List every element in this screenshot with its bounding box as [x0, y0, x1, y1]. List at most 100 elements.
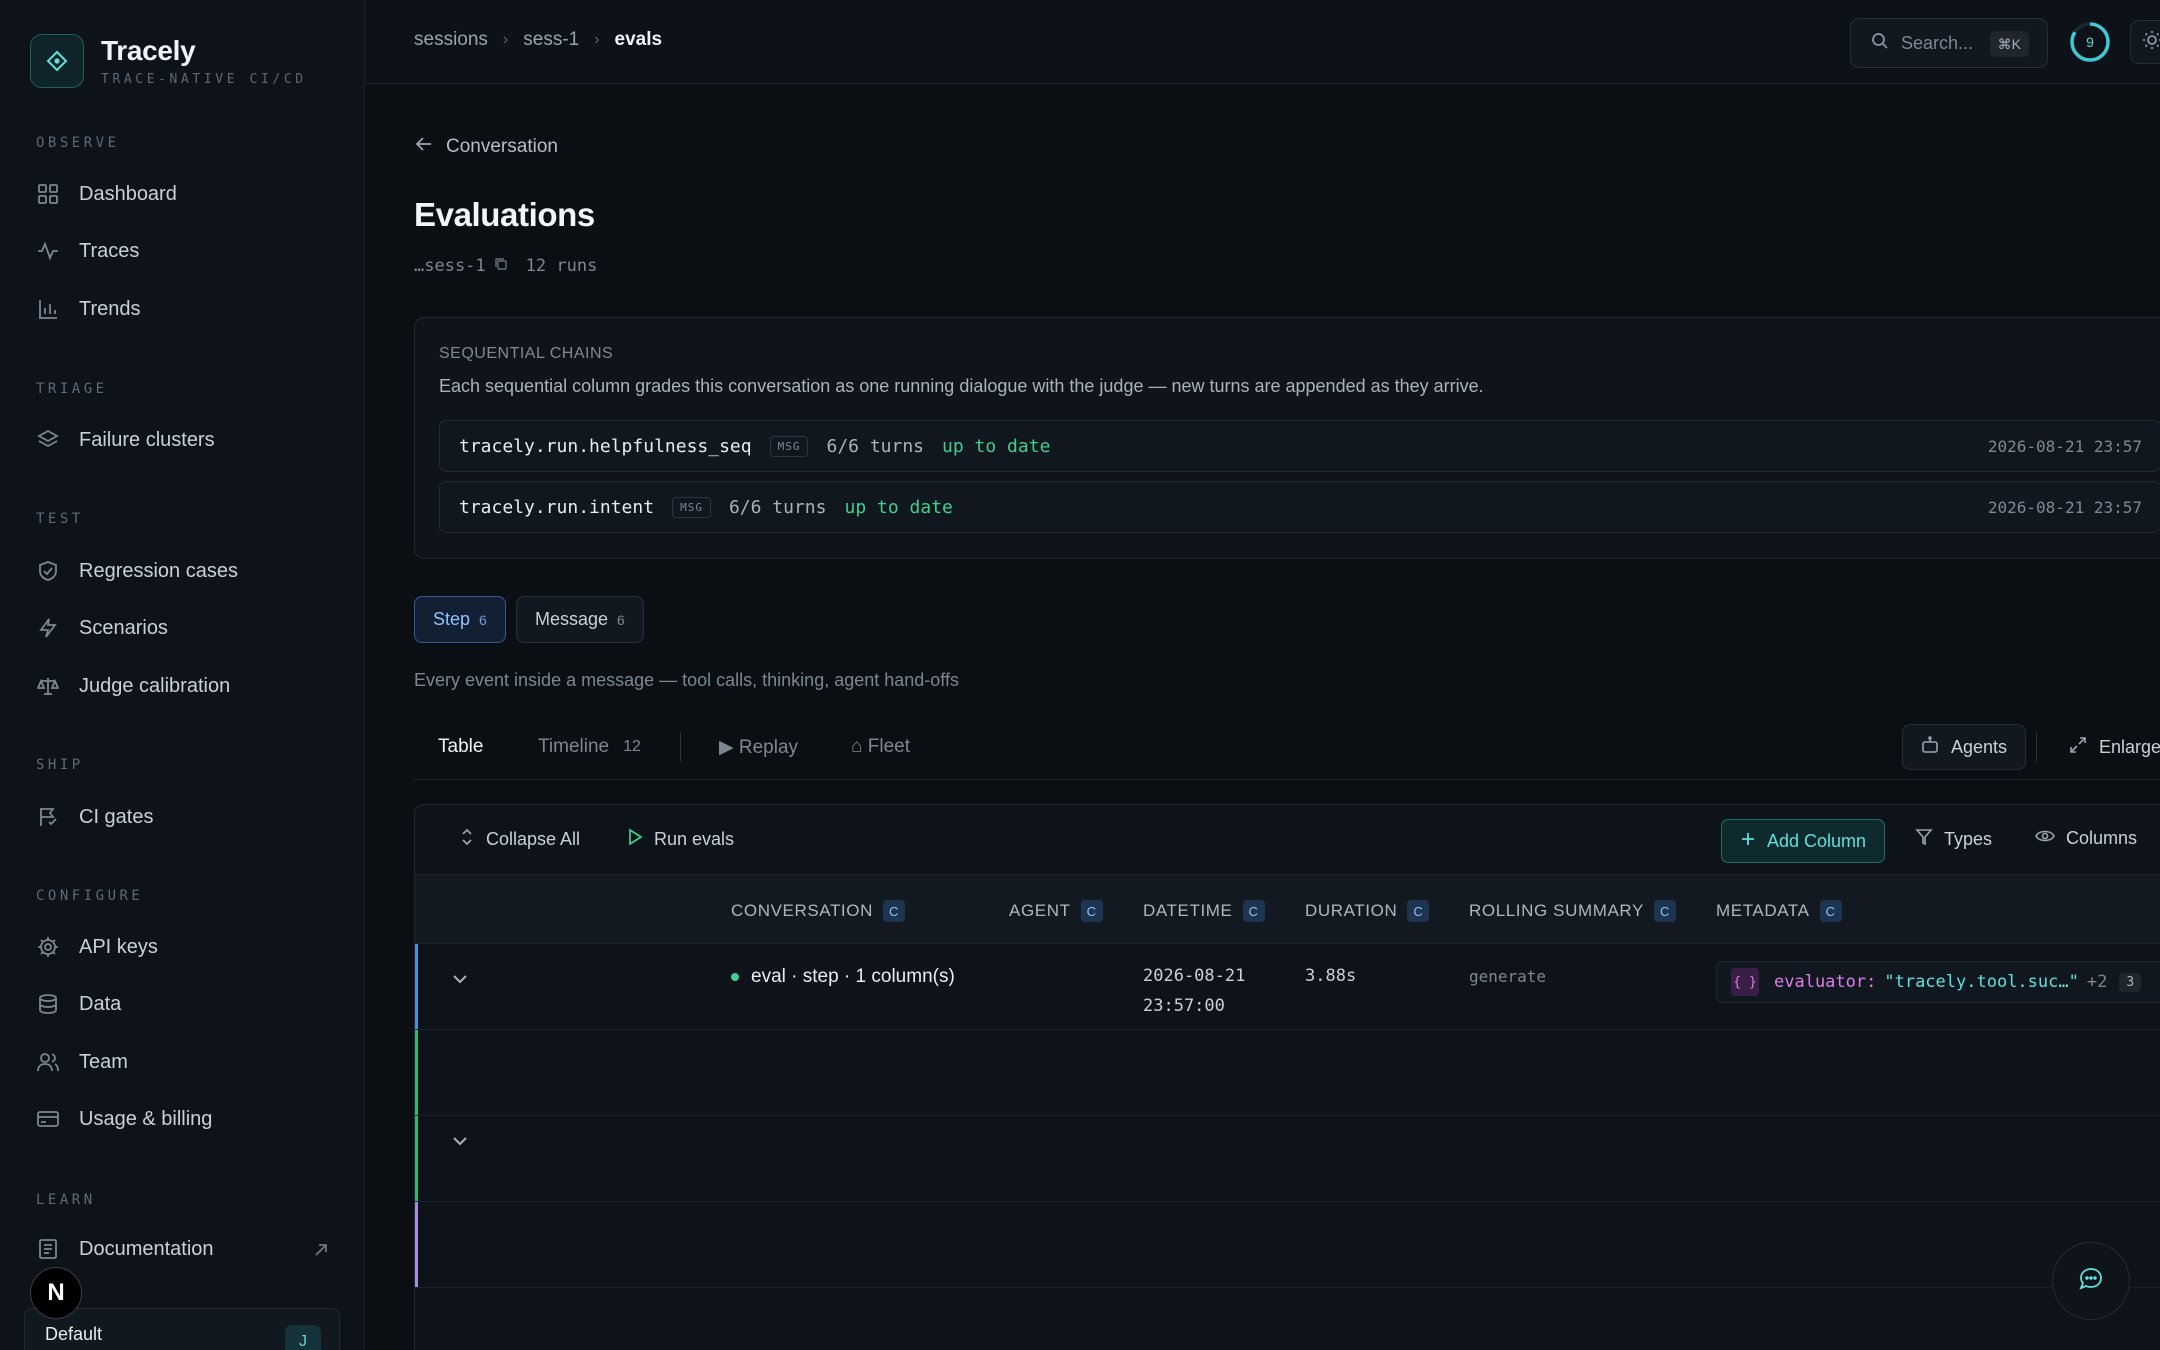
plus-icon [1740, 831, 1756, 852]
bolt-icon [36, 616, 60, 640]
chain-name: tracely.run.intent [459, 496, 655, 518]
chevron-right-icon: › [594, 31, 600, 48]
chat-button[interactable] [2052, 1242, 2130, 1320]
column-type-badge: C [1407, 900, 1430, 922]
theme-toggle-button[interactable] [2130, 20, 2160, 64]
segment-step[interactable]: Step 6 [414, 596, 506, 643]
breadcrumb-session[interactable]: sess-1 [523, 29, 579, 51]
segment-label: Message [535, 609, 609, 629]
sidebar-item-scenarios[interactable]: Scenarios [36, 608, 168, 648]
column-header-conversation[interactable]: CONVERSATION C [731, 900, 905, 922]
search-shortcut: ⌘K [1989, 31, 2029, 57]
breadcrumb: sessions › sess-1 › evals [414, 29, 662, 51]
sidebar-item-traces[interactable]: Traces [36, 231, 139, 271]
back-link[interactable]: Conversation [414, 134, 558, 160]
external-link-icon [312, 1241, 330, 1265]
table-row[interactable] [415, 1202, 2160, 1288]
chain-row[interactable]: tracely.run.helpfulness_seq MSG 6/6 turn… [439, 420, 2160, 472]
enlarge-button[interactable]: Enlarge [2069, 736, 2160, 759]
brand-name: Tracely [101, 35, 196, 66]
date-text: 2026-08-21 [1143, 966, 1246, 986]
column-header-duration[interactable]: DURATION C [1305, 900, 1430, 922]
workspace-switcher[interactable]: Default J [24, 1308, 340, 1350]
column-type-badge: C [1653, 900, 1676, 922]
table-row[interactable] [415, 1030, 2160, 1116]
sidebar-item-regression-cases[interactable]: Regression cases [36, 551, 238, 591]
metadata-cell[interactable]: { } evaluator: "tracely.tool.suc…" +2 3 [1716, 961, 2160, 1003]
sidebar-item-label: Regression cases [79, 559, 238, 582]
play-icon [627, 828, 643, 851]
column-header-agent[interactable]: AGENT C [1009, 900, 1103, 922]
types-filter-button[interactable]: Types [1915, 828, 1992, 851]
sidebar-item-dashboard[interactable]: Dashboard [36, 174, 177, 214]
sidebar-item-failure-clusters[interactable]: Failure clusters [36, 420, 215, 460]
sidebar-item-judge-calibration[interactable]: Judge calibration [36, 666, 230, 706]
users-icon [36, 1050, 60, 1074]
column-label: DATETIME [1143, 901, 1233, 920]
sidebar-item-usage-billing[interactable]: Usage & billing [36, 1099, 212, 1139]
add-column-button[interactable]: Add Column [1721, 819, 1886, 863]
tab-replay[interactable]: ▶ Replay [719, 736, 798, 759]
table-toolbar: Collapse All Run evals Add Column Types … [415, 805, 2160, 875]
copy-icon[interactable] [494, 256, 508, 276]
brand[interactable]: Tracely TRACE-NATIVE CI/CD [30, 34, 307, 88]
activity-icon [36, 239, 60, 263]
sidebar-item-trends[interactable]: Trends [36, 289, 141, 329]
collapse-all-label: Collapse All [486, 829, 581, 849]
column-header-metadata[interactable]: METADATA C [1716, 900, 1842, 922]
section-ship: SHIP [36, 757, 84, 773]
chain-row[interactable]: tracely.run.intent MSG 6/6 turns up to d… [439, 481, 2160, 533]
columns-label: Columns [2066, 828, 2138, 848]
breadcrumb-sessions[interactable]: sessions [414, 29, 488, 51]
sidebar-item-ci-gates[interactable]: CI gates [36, 797, 153, 837]
chevron-down-icon[interactable] [451, 970, 469, 993]
msg-tag: MSG [769, 435, 809, 457]
table-row[interactable]: eval · step · 1 column(s) 2026-08-21 23:… [415, 944, 2160, 1030]
run-evals-button[interactable]: Run evals [627, 828, 734, 851]
columns-button[interactable]: Columns [2035, 828, 2137, 849]
sidebar-item-api-keys[interactable]: API keys [36, 927, 158, 967]
runs-count: 12 runs [525, 256, 598, 276]
progress-ring[interactable]: 9 [2068, 20, 2112, 64]
add-column-label: Add Column [1767, 830, 1867, 851]
column-type-badge: C [1080, 900, 1103, 922]
column-label: DURATION [1305, 901, 1398, 920]
sidebar-item-label: Usage & billing [79, 1107, 213, 1130]
chevron-down-icon[interactable] [451, 1132, 469, 1155]
column-label: ROLLING SUMMARY [1469, 901, 1644, 920]
sidebar-item-data[interactable]: Data [36, 984, 121, 1024]
sun-icon [2142, 30, 2160, 55]
logo-icon [30, 34, 84, 88]
avatar: J [285, 1325, 321, 1350]
session-id: …sess-1 [414, 256, 486, 276]
sidebar-item-team[interactable]: Team [36, 1042, 128, 1082]
page-title: Evaluations [414, 196, 595, 233]
table-row[interactable] [415, 1116, 2160, 1202]
book-icon [36, 1237, 60, 1261]
evals-table: Collapse All Run evals Add Column Types … [414, 804, 2160, 1350]
search-input[interactable]: Search... ⌘K [1850, 18, 2048, 68]
sidebar-item-documentation[interactable]: Documentation [36, 1229, 214, 1269]
collapse-all-button[interactable]: Collapse All [459, 828, 580, 851]
column-type-badge: C [1819, 900, 1842, 922]
table-header: CONVERSATION C AGENT C DATETIME C DURATI… [415, 875, 2160, 944]
segment-message[interactable]: Message 6 [516, 596, 644, 643]
robot-icon [1921, 735, 1939, 759]
sidebar: Tracely TRACE-NATIVE CI/CD OBSERVE Dashb… [0, 0, 365, 1350]
sidebar-item-label: Dashboard [79, 182, 177, 205]
column-header-rolling-summary[interactable]: ROLLING SUMMARY C [1469, 900, 1676, 922]
layers-icon [36, 428, 60, 452]
column-label: AGENT [1009, 901, 1071, 920]
agents-button[interactable]: Agents [1902, 724, 2027, 770]
chain-name: tracely.run.helpfulness_seq [459, 435, 752, 457]
chain-status: up to date [844, 496, 953, 518]
tab-fleet[interactable]: ⌂ Fleet [851, 736, 910, 758]
sidebar-item-label: Traces [79, 239, 140, 262]
row-accent-bar [415, 944, 418, 1029]
chain-status: up to date [942, 435, 1051, 457]
tab-timeline[interactable]: Timeline 12 [538, 736, 641, 758]
column-header-datetime[interactable]: DATETIME C [1143, 900, 1265, 922]
tab-table[interactable]: Table [438, 736, 483, 758]
time-text: 23:57:00 [1143, 996, 1225, 1016]
n-logo-badge[interactable]: N [30, 1267, 82, 1319]
